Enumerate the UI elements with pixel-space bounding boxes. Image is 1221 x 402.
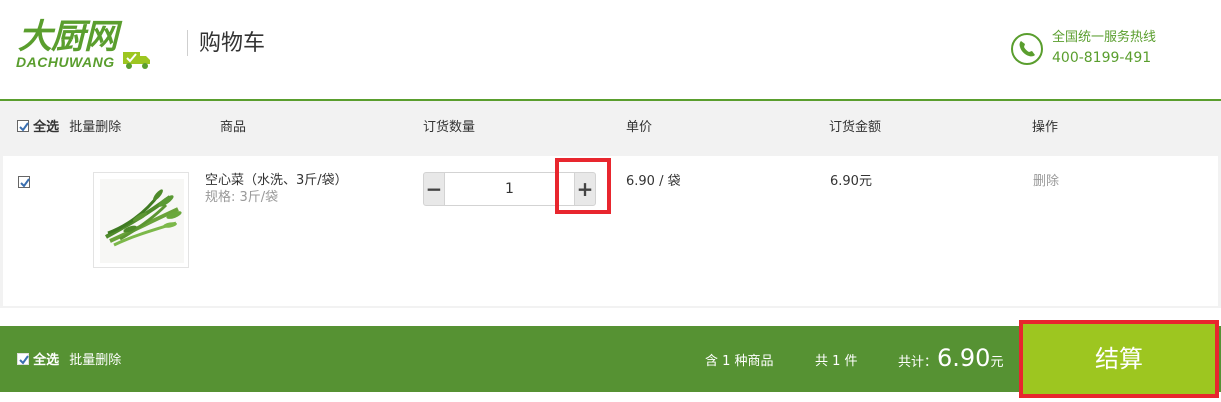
header-divider: [187, 30, 188, 56]
page-header: 大厨网 DACHUWANG 购物车 全国统一服务热线 400-8199-491: [0, 0, 1221, 101]
select-all-label: 全选: [33, 120, 60, 135]
page-title: 购物车: [199, 31, 266, 56]
footer-select-all-checkbox[interactable]: [17, 353, 29, 365]
increase-button-highlight: [555, 158, 611, 214]
decrease-quantity-button[interactable]: −: [423, 172, 445, 206]
cart-table-header: 全选 批量删除 商品 订货数量 单价 订货金额 操作: [0, 101, 1221, 156]
footer-select-all-label: 全选: [33, 353, 60, 368]
product-kind-count: 含 1 种商品: [705, 354, 774, 369]
item-count: 共 1 件: [815, 354, 858, 369]
batch-delete-link[interactable]: 批量删除: [69, 120, 121, 135]
column-header-quantity: 订货数量: [423, 120, 476, 135]
column-header-action: 操作: [1032, 120, 1059, 135]
total-label: 共计：: [898, 355, 938, 370]
total-value: 6.90: [937, 344, 991, 372]
logo-text-en: DACHUWANG: [16, 54, 115, 70]
select-all-header[interactable]: 全选 批量删除: [17, 120, 121, 136]
total-unit: 元: [990, 355, 1004, 370]
column-header-product: 商品: [220, 120, 247, 135]
item-checkbox[interactable]: [18, 176, 30, 188]
unit-price: 6.90 / 袋: [626, 174, 681, 189]
site-logo[interactable]: 大厨网 DACHUWANG: [16, 18, 152, 74]
select-all-checkbox[interactable]: [17, 120, 29, 132]
item-amount: 6.90元: [830, 174, 872, 189]
column-header-amount: 订货金额: [829, 120, 882, 135]
product-thumbnail[interactable]: [93, 172, 189, 268]
logo-text-cn: 大厨网: [18, 17, 118, 57]
footer-select-all[interactable]: 全选 批量删除: [17, 353, 121, 369]
phone-icon: [1011, 33, 1043, 65]
product-spec: 规格: 3斤/袋: [205, 190, 279, 205]
hotline-number: 400-8199-491: [1052, 50, 1152, 66]
delete-item-link[interactable]: 删除: [1033, 173, 1059, 191]
footer-batch-delete-link[interactable]: 批量删除: [69, 353, 121, 368]
truck-icon: [123, 52, 150, 69]
checkout-button-highlight: [1019, 320, 1219, 398]
water-spinach-image: [100, 179, 184, 263]
hotline-label: 全国统一服务热线: [1052, 30, 1157, 45]
product-name[interactable]: 空心菜（水洗、3斤/袋）: [205, 172, 348, 190]
column-header-unit-price: 单价: [626, 120, 653, 135]
cart-total: 共计：6.90元: [898, 344, 1003, 377]
service-hotline: 全国统一服务热线 400-8199-491: [1010, 29, 1210, 69]
